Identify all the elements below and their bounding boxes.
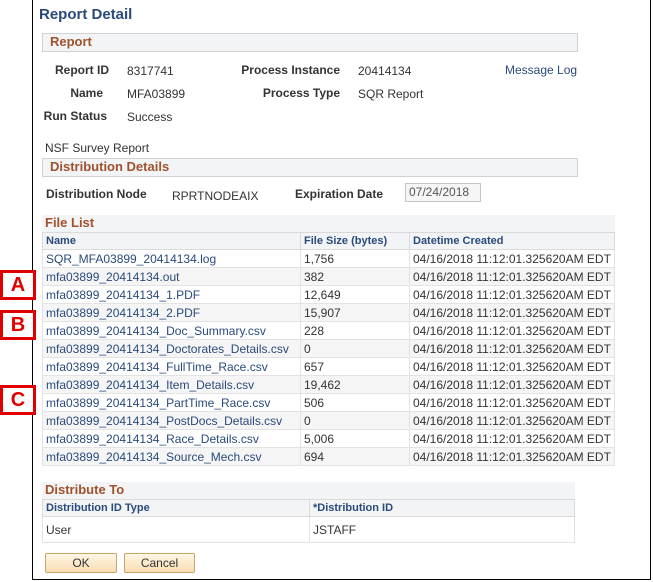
distribution-node-value: RPRTNODEAIX — [172, 189, 259, 203]
datetime-created-cell: 04/16/2018 11:12:01.325620AM EDT — [409, 303, 615, 322]
file-row: mfa03899_20414134.out 382 04/16/2018 11:12… — [42, 267, 615, 286]
file-row: mfa03899_20414134_Doc_Summary.csv 228 04/1… — [42, 321, 615, 340]
file-name-cell: mfa03899_20414134_FullTime_Race.csv — [42, 357, 301, 376]
file-link[interactable]: mfa03899_20414134_PartTime_Race.csv — [46, 396, 270, 410]
file-size-cell: 1,756 — [300, 249, 410, 268]
distribution-id-cell: JSTAFF — [309, 516, 575, 543]
file-link[interactable]: mfa03899_20414134.out — [46, 270, 179, 284]
file-list-table: Name File Size (bytes) Datetime Created … — [42, 232, 615, 466]
distribution-id-type-cell: User — [42, 516, 310, 543]
process-instance-value: 20414134 — [358, 64, 412, 78]
report-id-value: 8317741 — [127, 64, 174, 78]
datetime-created-cell: 04/16/2018 11:12:01.325620AM EDT — [409, 285, 615, 304]
file-row: mfa03899_20414134_PartTime_Race.csv 506 04… — [42, 393, 615, 412]
column-header-datetime-created: Datetime Created — [409, 232, 615, 250]
file-link[interactable]: mfa03899_20414134_Doc_Summary.csv — [46, 324, 266, 338]
report-detail-panel: Report Detail Report Report ID 8317741 P… — [32, 0, 651, 580]
datetime-created-cell: 04/16/2018 11:12:01.325620AM EDT — [409, 339, 615, 358]
datetime-created-cell: 04/16/2018 11:12:01.325620AM EDT — [409, 411, 615, 430]
run-status-value: Success — [127, 110, 173, 124]
file-row: mfa03899_20414134_Race_Details.csv 5,006 0… — [42, 429, 615, 448]
datetime-created-cell: 04/16/2018 11:12:01.325620AM EDT — [409, 447, 615, 466]
file-row: mfa03899_20414134_FullTime_Race.csv 657 04… — [42, 357, 615, 376]
datetime-created-cell: 04/16/2018 11:12:01.325620AM EDT — [409, 249, 615, 268]
file-size-cell: 15,907 — [300, 303, 410, 322]
file-link[interactable]: mfa03899_20414134_1.PDF — [46, 288, 200, 302]
file-size-cell: 12,649 — [300, 285, 410, 304]
file-link[interactable]: mfa03899_20414134_Race_Details.csv — [46, 432, 259, 446]
file-link[interactable]: mfa03899_20414134_PostDocs_Details.csv — [46, 414, 282, 428]
distribution-details-header: Distribution Details — [42, 158, 578, 177]
file-row: mfa03899_20414134_Source_Mech.csv 694 04/1… — [42, 447, 615, 466]
column-header-distribution-id: *Distribution ID — [309, 499, 575, 517]
file-size-cell: 694 — [300, 447, 410, 466]
datetime-created-cell: 04/16/2018 11:12:01.325620AM EDT — [409, 321, 615, 340]
cancel-button[interactable]: Cancel — [124, 553, 195, 573]
file-list-title: File List — [42, 215, 615, 232]
report-section-header: Report — [42, 33, 578, 52]
datetime-created-cell: 04/16/2018 11:12:01.325620AM EDT — [409, 357, 615, 376]
file-link[interactable]: mfa03899_20414134_2.PDF — [46, 306, 200, 320]
file-link[interactable]: mfa03899_20414134_Doctorates_Details.csv — [46, 342, 289, 356]
expiration-date-field[interactable]: 07/24/2018 — [405, 183, 481, 202]
expiration-date-label: Expiration Date — [295, 187, 384, 201]
process-instance-label: Process Instance — [241, 63, 340, 77]
callout-marker-b: B — [0, 310, 36, 340]
ok-button[interactable]: OK — [45, 553, 117, 573]
callout-marker-c: C — [0, 385, 36, 415]
column-header-file-size: File Size (bytes) — [300, 232, 410, 250]
file-name-cell: mfa03899_20414134_PartTime_Race.csv — [42, 393, 301, 412]
file-size-cell: 228 — [300, 321, 410, 340]
file-size-cell: 0 — [300, 411, 410, 430]
file-link[interactable]: mfa03899_20414134_FullTime_Race.csv — [46, 360, 268, 374]
datetime-created-cell: 04/16/2018 11:12:01.325620AM EDT — [409, 267, 615, 286]
file-row: mfa03899_20414134_Doctorates_Details.csv… — [42, 339, 615, 358]
file-size-cell: 0 — [300, 339, 410, 358]
file-row: mfa03899_20414134_Item_Details.csv 19,462… — [42, 375, 615, 394]
file-row: mfa03899_20414134_2.PDF 15,907 04/16/2018 … — [42, 303, 615, 322]
file-row: SQR_MFA03899_20414134.log 1,756 04/16/2018… — [42, 249, 615, 268]
file-link[interactable]: mfa03899_20414134_Source_Mech.csv — [46, 450, 261, 464]
file-link[interactable]: SQR_MFA03899_20414134.log — [46, 252, 216, 266]
file-size-cell: 19,462 — [300, 375, 410, 394]
file-row: mfa03899_20414134_PostDocs_Details.csv 0 0… — [42, 411, 615, 430]
distribute-to-table: Distribution ID Type *Distribution ID Us… — [42, 499, 575, 543]
name-value: MFA03899 — [127, 87, 186, 101]
file-size-cell: 657 — [300, 357, 410, 376]
file-name-cell: mfa03899_20414134_2.PDF — [42, 303, 301, 322]
run-status-label: Run Status — [43, 109, 107, 123]
file-link[interactable]: mfa03899_20414134_Item_Details.csv — [46, 378, 254, 392]
file-size-cell: 5,006 — [300, 429, 410, 448]
file-name-cell: mfa03899_20414134.out — [42, 267, 301, 286]
datetime-created-cell: 04/16/2018 11:12:01.325620AM EDT — [409, 429, 615, 448]
distribution-node-label: Distribution Node — [46, 187, 147, 201]
process-type-label: Process Type — [262, 86, 340, 100]
name-label: Name — [70, 86, 103, 100]
file-name-cell: mfa03899_20414134_Item_Details.csv — [42, 375, 301, 394]
column-header-distribution-id-type: Distribution ID Type — [42, 499, 310, 517]
file-name-cell: mfa03899_20414134_Race_Details.csv — [42, 429, 301, 448]
file-size-cell: 506 — [300, 393, 410, 412]
report-description: NSF Survey Report — [45, 141, 150, 155]
datetime-created-cell: 04/16/2018 11:12:01.325620AM EDT — [409, 393, 615, 412]
page-title: Report Detail — [39, 6, 133, 23]
message-log-link[interactable]: Message Log — [505, 63, 577, 77]
file-row: mfa03899_20414134_1.PDF 12,649 04/16/2018 … — [42, 285, 615, 304]
file-name-cell: mfa03899_20414134_Doc_Summary.csv — [42, 321, 301, 340]
datetime-created-cell: 04/16/2018 11:12:01.325620AM EDT — [409, 375, 615, 394]
column-header-name: Name — [42, 232, 301, 250]
file-name-cell: SQR_MFA03899_20414134.log — [42, 249, 301, 268]
file-name-cell: mfa03899_20414134_Doctorates_Details.csv — [42, 339, 301, 358]
file-size-cell: 382 — [300, 267, 410, 286]
file-name-cell: mfa03899_20414134_Source_Mech.csv — [42, 447, 301, 466]
distribute-to-row: User JSTAFF — [42, 516, 575, 543]
distribute-to-title: Distribute To — [42, 482, 575, 499]
callout-marker-a: A — [0, 270, 36, 300]
file-name-cell: mfa03899_20414134_PostDocs_Details.csv — [42, 411, 301, 430]
file-name-cell: mfa03899_20414134_1.PDF — [42, 285, 301, 304]
process-type-value: SQR Report — [358, 87, 424, 101]
report-id-label: Report ID — [55, 63, 109, 77]
